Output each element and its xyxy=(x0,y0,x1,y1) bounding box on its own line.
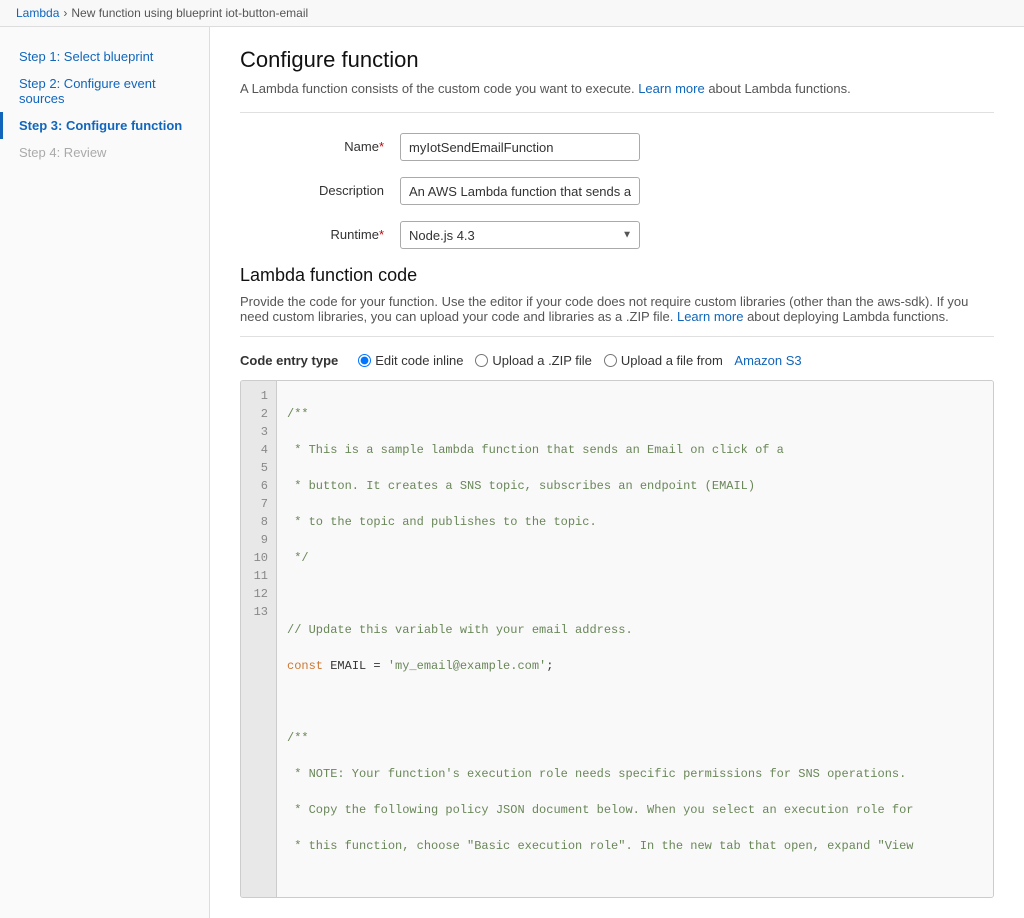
breadcrumb-lambda[interactable]: Lambda xyxy=(16,6,59,20)
runtime-field-row: Runtime* Node.js 4.3 Node.js 0.10 Java 8… xyxy=(240,221,994,249)
sidebar-item-step3[interactable]: Step 3: Configure function xyxy=(0,112,209,139)
sidebar-item-step1[interactable]: Step 1: Select blueprint xyxy=(0,43,209,70)
amazon-s3-link[interactable]: Amazon S3 xyxy=(734,353,801,368)
radio-s3[interactable]: Upload a file from Amazon S3 xyxy=(604,353,802,368)
subtitle-text: A Lambda function consists of the custom… xyxy=(240,81,635,96)
radio-inline-input[interactable] xyxy=(358,354,371,367)
main-content: Configure function A Lambda function con… xyxy=(210,27,1024,918)
name-label: Name* xyxy=(240,133,400,154)
sidebar-item-step2[interactable]: Step 2: Configure event sources xyxy=(0,70,209,112)
subtitle-suffix-text: about Lambda functions. xyxy=(708,81,850,96)
breadcrumb-sep: › xyxy=(63,6,67,20)
code-content: /** * This is a sample lambda function t… xyxy=(277,381,993,897)
radio-zip-label: Upload a .ZIP file xyxy=(492,353,591,368)
breadcrumb-current: New function using blueprint iot-button-… xyxy=(71,6,308,20)
code-lines: 1 2 3 4 5 6 7 8 9 10 11 12 13 /** * This… xyxy=(241,381,993,897)
page-subtitle: A Lambda function consists of the custom… xyxy=(240,81,994,113)
runtime-label: Runtime* xyxy=(240,221,400,242)
radio-s3-input[interactable] xyxy=(604,354,617,367)
subtitle-learn-more-link[interactable]: Learn more xyxy=(638,81,704,96)
code-learn-more-link[interactable]: Learn more xyxy=(677,309,743,324)
sidebar: Step 1: Select blueprint Step 2: Configu… xyxy=(0,27,210,918)
name-field-row: Name* xyxy=(240,133,994,161)
radio-s3-label: Upload a file from xyxy=(621,353,723,368)
breadcrumb: Lambda › New function using blueprint io… xyxy=(0,0,1024,27)
runtime-select-wrapper: Node.js 4.3 Node.js 0.10 Java 8 Python 2… xyxy=(400,221,640,249)
name-input[interactable] xyxy=(400,133,640,161)
radio-zip[interactable]: Upload a .ZIP file xyxy=(475,353,591,368)
description-label: Description xyxy=(240,177,400,198)
line-numbers: 1 2 3 4 5 6 7 8 9 10 11 12 13 xyxy=(241,381,277,897)
radio-inline[interactable]: Edit code inline xyxy=(358,353,463,368)
code-section-title: Lambda function code xyxy=(240,265,994,286)
code-entry-type-row: Code entry type Edit code inline Upload … xyxy=(240,353,994,368)
description-field-row: Description xyxy=(240,177,994,205)
runtime-select[interactable]: Node.js 4.3 Node.js 0.10 Java 8 Python 2… xyxy=(400,221,640,249)
radio-zip-input[interactable] xyxy=(475,354,488,367)
radio-inline-label: Edit code inline xyxy=(375,353,463,368)
code-editor[interactable]: 1 2 3 4 5 6 7 8 9 10 11 12 13 /** * This… xyxy=(240,380,994,898)
code-entry-label: Code entry type xyxy=(240,353,338,368)
sidebar-item-step4: Step 4: Review xyxy=(0,139,209,166)
page-title: Configure function xyxy=(240,47,994,73)
main-layout: Step 1: Select blueprint Step 2: Configu… xyxy=(0,27,1024,918)
code-section-desc: Provide the code for your function. Use … xyxy=(240,294,994,337)
description-input[interactable] xyxy=(400,177,640,205)
